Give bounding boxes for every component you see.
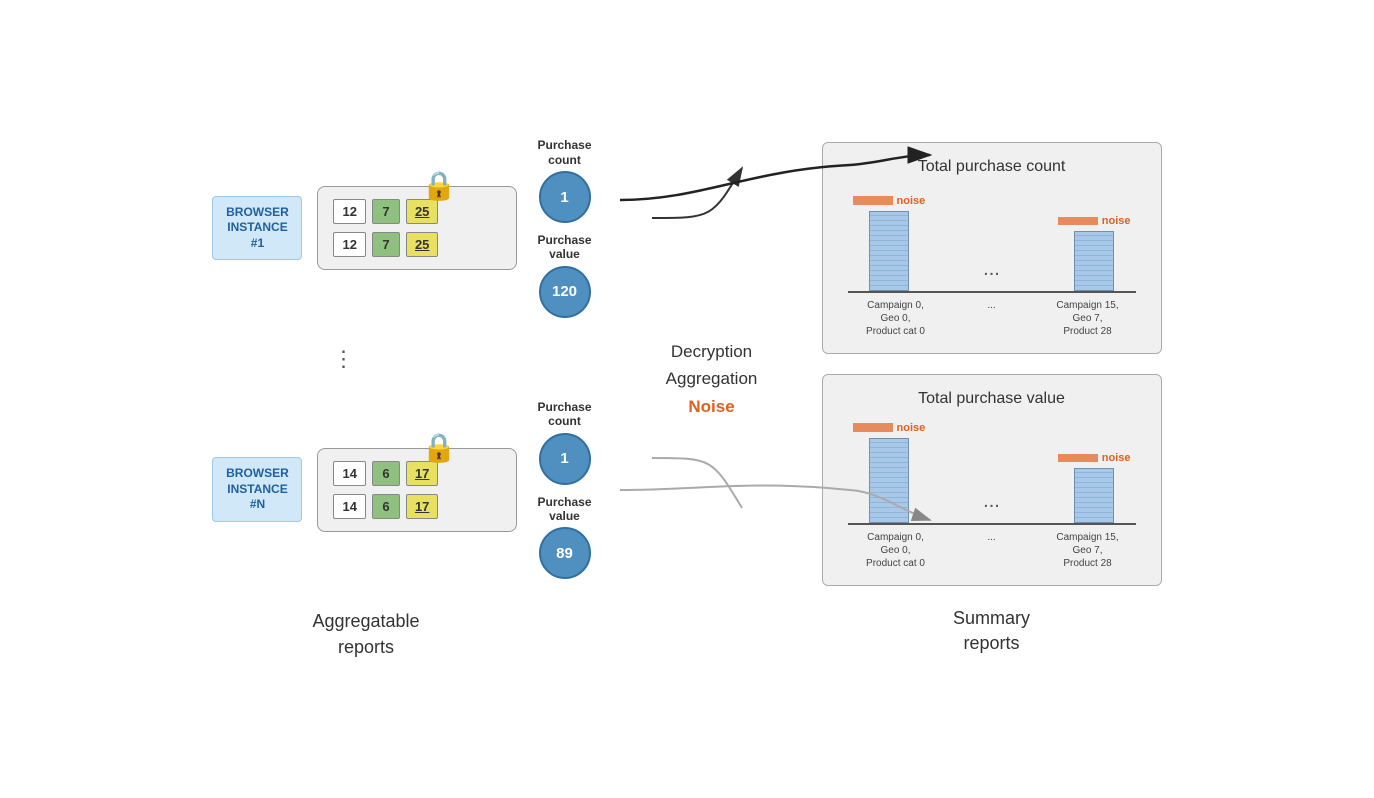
chart-label-count-2: Campaign 15,Geo 7,Product 28	[1048, 299, 1128, 338]
noise-indicator-count-1: noise	[853, 195, 926, 207]
data-row-1-2: 12 7 25	[333, 232, 501, 257]
noise-bar-value-1	[853, 423, 893, 432]
instance-dots: ⋮	[332, 346, 354, 372]
cell-1-1-3: 25	[406, 199, 438, 224]
bubble-group-n-count: Purchasecount 1	[537, 400, 591, 485]
bubble-label-1-count: Purchasecount	[537, 138, 591, 167]
bar-group-value-2: noise	[1058, 452, 1131, 523]
bubble-group-n-value: Purchasevalue 89	[537, 495, 591, 580]
bar-stripes-value-1	[870, 439, 908, 522]
cell-1-1-1: 12	[333, 199, 365, 224]
data-row-n-2: 14 6 17	[333, 494, 501, 519]
noise-text-value-2: noise	[1102, 452, 1131, 464]
bar-group-count-1: noise	[853, 195, 926, 291]
summary-reports-label: Summaryreports	[822, 606, 1162, 656]
chart-box-value: Total purchase value noise ...	[822, 374, 1162, 586]
browser-label-1: BROWSERINSTANCE #1	[212, 196, 302, 261]
left-section: BROWSERINSTANCE #1 🔒 12 7 25 12 7 25	[212, 138, 591, 660]
middle-section: Decryption Aggregation Noise	[652, 138, 772, 620]
noise-indicator-count-2: noise	[1058, 215, 1131, 227]
main-bar-count-1	[869, 211, 909, 291]
chart-label-dots-count: ...	[952, 299, 1032, 338]
process-noise: Noise	[688, 397, 734, 416]
cell-n-1-2: 6	[372, 461, 400, 486]
cell-1-1-2: 7	[372, 199, 400, 224]
chart-label-value-2: Campaign 15,Geo 7,Product 28	[1048, 531, 1128, 570]
bubble-section-1: Purchasecount 1 Purchasevalue 120	[537, 138, 591, 318]
data-row-1-1: 12 7 25	[333, 199, 501, 224]
bar-stripes-count-2	[1075, 232, 1113, 290]
chart-area-count: noise ... noise	[843, 191, 1141, 338]
chart-label-dots-value: ...	[952, 531, 1032, 570]
chart-label-value-1: Campaign 0,Geo 0,Product cat 0	[856, 531, 936, 570]
lock-icon-1: 🔒	[422, 169, 457, 202]
noise-bar-count-2	[1058, 217, 1098, 225]
cell-n-2-2: 6	[372, 494, 400, 519]
cell-1-2-3: 25	[406, 232, 438, 257]
chart-title-value: Total purchase value	[843, 390, 1141, 408]
main-bar-value-2	[1074, 468, 1114, 523]
noise-indicator-value-2: noise	[1058, 452, 1131, 464]
noise-indicator-value-1: noise	[853, 422, 926, 434]
bar-group-value-1: noise	[853, 422, 926, 523]
bars-row-count: noise ... noise	[843, 191, 1141, 291]
bubble-label-1-value: Purchasevalue	[537, 233, 591, 262]
browser-instance-1: BROWSERINSTANCE #1 🔒 12 7 25 12 7 25	[212, 138, 591, 318]
chart-area-value: noise ... noise	[843, 423, 1141, 570]
bar-stripes-count-1	[870, 212, 908, 290]
chart-box-count: Total purchase count noise ...	[822, 142, 1162, 354]
noise-text-count-1: noise	[897, 195, 926, 207]
data-row-n-1: 14 6 17	[333, 461, 501, 486]
process-label: Decryption Aggregation Noise	[666, 338, 758, 420]
browser-label-n: BROWSERINSTANCE #N	[212, 457, 302, 522]
main-bar-count-2	[1074, 231, 1114, 291]
cell-n-1-1: 14	[333, 461, 365, 486]
cell-n-2-3: 17	[406, 494, 438, 519]
bubble-1-count: 1	[539, 171, 591, 223]
noise-bar-count-1	[853, 196, 893, 205]
bubble-n-value: 89	[539, 527, 591, 579]
noise-text-value-1: noise	[897, 422, 926, 434]
report-box-1: 🔒 12 7 25 12 7 25	[317, 186, 517, 270]
chart-labels-value: Campaign 0,Geo 0,Product cat 0 ... Campa…	[843, 525, 1141, 570]
process-aggregation: Aggregation	[666, 369, 758, 388]
bars-row-value: noise ... noise	[843, 423, 1141, 523]
cell-1-2-1: 12	[333, 232, 365, 257]
noise-bar-value-2	[1058, 454, 1098, 462]
main-container: BROWSERINSTANCE #1 🔒 12 7 25 12 7 25	[0, 0, 1374, 798]
bubble-1-value: 120	[539, 266, 591, 318]
process-decryption: Decryption	[671, 342, 752, 361]
bubble-section-n: Purchasecount 1 Purchasevalue 89	[537, 400, 591, 580]
report-box-n: 🔒 14 6 17 14 6 17	[317, 448, 517, 532]
bar-group-count-2: noise	[1058, 215, 1131, 291]
lock-icon-n: 🔒	[422, 431, 457, 464]
aggregatable-reports-label: Aggregatablereports	[312, 609, 419, 659]
cell-n-2-1: 14	[333, 494, 365, 519]
dots-count: ...	[945, 258, 1038, 291]
chart-title-count: Total purchase count	[843, 158, 1141, 176]
bubble-label-n-count: Purchasecount	[537, 400, 591, 429]
main-bar-value-1	[869, 438, 909, 523]
chart-label-count-1: Campaign 0,Geo 0,Product cat 0	[856, 299, 936, 338]
cell-1-2-2: 7	[372, 232, 400, 257]
right-section: Total purchase count noise ...	[822, 142, 1162, 656]
bubble-group-1-value: Purchasevalue 120	[537, 233, 591, 318]
bar-stripes-value-2	[1075, 469, 1113, 522]
noise-text-count-2: noise	[1102, 215, 1131, 227]
browser-instance-n: BROWSERINSTANCE #N 🔒 14 6 17 14 6 17	[212, 400, 591, 580]
cell-n-1-3: 17	[406, 461, 438, 486]
bubble-n-count: 1	[539, 433, 591, 485]
bubble-label-n-value: Purchasevalue	[537, 495, 591, 524]
dots-value: ...	[945, 490, 1038, 523]
bubble-group-1-count: Purchasecount 1	[537, 138, 591, 223]
chart-labels-count: Campaign 0,Geo 0,Product cat 0 ... Campa…	[843, 293, 1141, 338]
